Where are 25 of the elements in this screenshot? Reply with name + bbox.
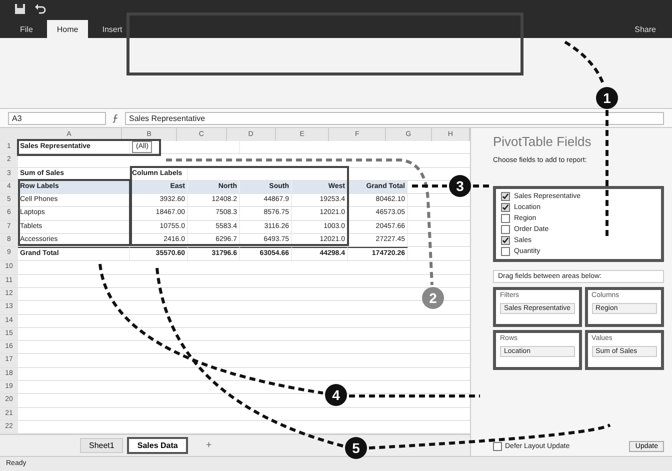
checkbox[interactable] xyxy=(501,192,510,201)
checkbox[interactable] xyxy=(501,203,510,212)
checkbox[interactable] xyxy=(501,225,510,234)
add-sheet-button[interactable]: + xyxy=(200,439,218,452)
step-badge: 3 xyxy=(449,175,471,197)
checkbox[interactable] xyxy=(493,442,502,451)
function-icon[interactable] xyxy=(112,114,119,122)
step-badge: 5 xyxy=(345,437,367,459)
step-badge: 2 xyxy=(422,287,444,309)
pane-title: PivotTable Fields xyxy=(493,134,592,149)
sheet-tab[interactable]: Sales Data xyxy=(127,437,188,454)
formula-field[interactable]: Sales Representative xyxy=(125,112,664,124)
step-badge: 1 xyxy=(596,87,618,109)
name-box[interactable]: A3 xyxy=(8,112,106,124)
ribbon-tab[interactable]: File xyxy=(10,20,43,38)
checkbox[interactable] xyxy=(501,214,510,223)
checkbox[interactable] xyxy=(501,247,510,256)
save-icon[interactable] xyxy=(14,3,26,15)
share-button[interactable]: Share xyxy=(628,24,662,35)
step-badge: 4 xyxy=(325,384,347,406)
checkbox[interactable] xyxy=(501,236,510,245)
ribbon-tab[interactable]: Home xyxy=(46,20,88,38)
undo-icon[interactable] xyxy=(34,3,46,15)
ribbon-tab[interactable]: Insert xyxy=(92,20,132,38)
sheet-tab[interactable]: Sheet1 xyxy=(80,438,124,454)
